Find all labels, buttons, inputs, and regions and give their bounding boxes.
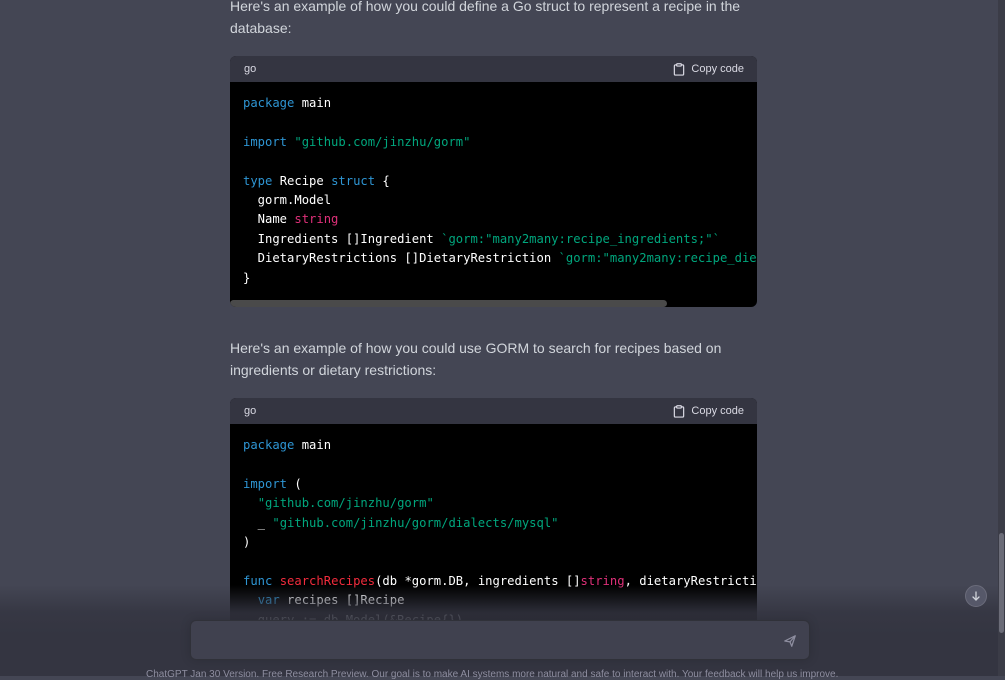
copy-code-label: Copy code	[691, 405, 744, 417]
code-line: package main	[243, 96, 331, 110]
copy-code-button[interactable]: Copy code	[673, 404, 744, 418]
code-line: }	[243, 271, 250, 285]
code-token: )	[243, 535, 251, 550]
code-token: import	[243, 134, 288, 149]
code-line: package main	[243, 438, 331, 452]
vertical-scrollbar[interactable]	[998, 0, 1005, 676]
code-block: go Copy code package main import "github…	[230, 56, 757, 307]
code-line: "github.com/jinzhu/gorm"	[243, 496, 434, 510]
code-token: "github.com/jinzhu/gorm"	[257, 496, 434, 511]
assistant-message-text: Here's an example of how you could defin…	[230, 0, 741, 36]
code-token: _	[243, 515, 273, 530]
code-line: _ "github.com/jinzhu/gorm/dialects/mysql…	[243, 516, 559, 530]
code-token: type	[243, 173, 273, 188]
code-line: Name string	[243, 212, 339, 227]
code-token: import	[243, 476, 288, 491]
horizontal-scrollbar[interactable]	[230, 300, 667, 307]
code-token: (	[287, 476, 302, 491]
code-token: struct	[331, 173, 376, 188]
code-line: DietaryRestrictions []DietaryRestriction…	[243, 251, 757, 265]
code-token: DietaryRestrictions []DietaryRestriction	[243, 251, 559, 266]
copy-code-button[interactable]: Copy code	[673, 62, 744, 76]
code-line: import "github.com/jinzhu/gorm"	[243, 135, 470, 149]
code-block-header: go Copy code	[230, 56, 757, 82]
code-token: package	[243, 438, 295, 452]
code-token: `gorm:"many2many:recipe_ingredients;"`	[441, 231, 720, 246]
arrow-down-icon	[972, 591, 980, 601]
code-line: import (	[243, 477, 302, 491]
scrollbar-thumb[interactable]	[999, 533, 1004, 633]
footer-disclaimer: ChatGPT Jan 30 Version. Free Research Pr…	[146, 669, 839, 680]
message-input[interactable]	[190, 620, 810, 660]
code-block-header: go Copy code	[230, 398, 757, 424]
code-language-label: go	[244, 63, 257, 75]
code-token: Name	[243, 212, 295, 227]
code-line: )	[243, 535, 250, 549]
code-token: }	[243, 270, 251, 285]
code-token: Ingredients []Ingredient	[243, 231, 442, 246]
code-content: package main import "github.com/jinzhu/g…	[230, 82, 757, 288]
paper-plane-icon[interactable]	[783, 634, 797, 648]
code-token: gorm.Model	[243, 193, 332, 208]
code-token: "github.com/jinzhu/gorm"	[294, 134, 471, 149]
code-line: Ingredients []Ingredient `gorm:"many2man…	[243, 232, 720, 246]
code-token: {	[375, 173, 390, 188]
clipboard-icon	[674, 404, 685, 418]
code-line: gorm.Model	[243, 193, 331, 207]
code-language-label: go	[244, 405, 257, 417]
code-line: type Recipe struct {	[243, 174, 390, 188]
copy-code-label: Copy code	[691, 63, 744, 75]
code-token: main	[294, 438, 332, 452]
clipboard-icon	[674, 62, 685, 76]
code-token: main	[294, 96, 332, 110]
code-token: string	[294, 212, 339, 227]
code-token: package	[243, 96, 295, 110]
scroll-to-bottom-button[interactable]	[965, 585, 987, 607]
assistant-message-text: Here's an example of how you could use G…	[230, 340, 722, 378]
code-token: "github.com/jinzhu/gorm/dialects/mysql"	[272, 515, 559, 530]
code-token: `gorm:"many2many:recipe_dietary_r	[558, 251, 757, 266]
code-token: Recipe	[272, 173, 332, 188]
